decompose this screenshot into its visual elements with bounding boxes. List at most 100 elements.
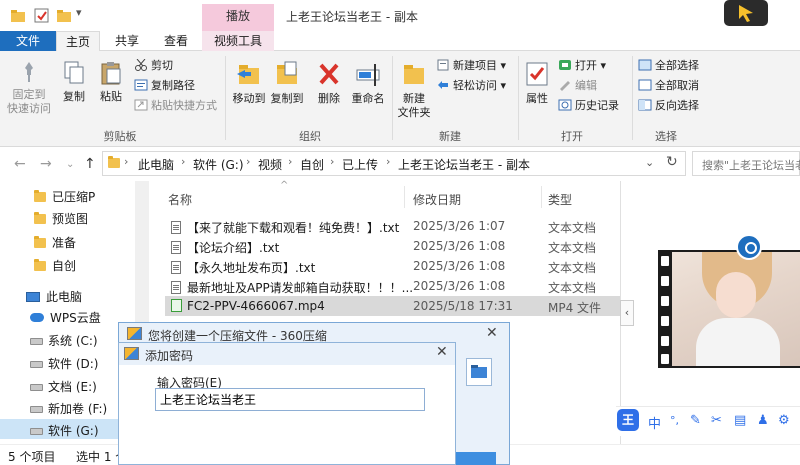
nav-item-drive-e[interactable]: 文档 (E:): [30, 378, 97, 395]
column-separator[interactable]: [541, 186, 542, 208]
ime-skin-icon[interactable]: ♟: [757, 413, 769, 428]
breadcrumb-video[interactable]: 视频: [258, 156, 282, 173]
delete-button[interactable]: 删除: [314, 60, 344, 106]
app-badge-icon[interactable]: [722, 0, 770, 30]
cut-button[interactable]: 剪切: [134, 58, 173, 73]
select-none-icon: [638, 79, 652, 91]
file-name: 【永久地址发布页】.txt: [187, 261, 316, 275]
txt-file-icon: [171, 241, 181, 254]
file-row[interactable]: 【永久地址发布页】.txt 2025/3/26 1:08 文本文档: [165, 256, 620, 276]
address-dropdown-icon[interactable]: ⌄: [645, 156, 654, 169]
ime-keyboard-icon[interactable]: ▤: [734, 413, 746, 428]
up-arrow-icon[interactable]: ↑: [84, 156, 96, 172]
ime-scissors-icon[interactable]: ✂: [711, 413, 722, 428]
breadcrumb-current-folder[interactable]: 上老王论坛当老王 - 副本: [398, 156, 530, 173]
file-type: 文本文档: [548, 241, 597, 255]
file-modified: 2025/3/26 1:08: [413, 239, 506, 253]
properties-button[interactable]: 属性: [522, 60, 552, 106]
compress-dialog-close-button[interactable]: ✕: [486, 325, 498, 341]
open-button[interactable]: 打开 ▾: [558, 59, 606, 73]
tab-video-tools[interactable]: 视频工具: [202, 31, 274, 51]
column-header-modified[interactable]: 修改日期: [413, 191, 461, 208]
file-row[interactable]: 最新地址及APP请发邮箱自动获取！！！... 2025/3/26 1:08 文本…: [165, 276, 620, 296]
delete-x-icon: [319, 63, 339, 85]
nav-item-preview-images[interactable]: 预览图: [34, 210, 88, 227]
nav-item-this-pc[interactable]: 此电脑: [26, 288, 82, 305]
nav-item-drive-g[interactable]: 软件 (G:): [30, 422, 99, 439]
nav-item-drive-d[interactable]: 软件 (D:): [30, 355, 98, 372]
film-sprocket: [661, 354, 669, 364]
file-row[interactable]: 【来了就能下载和观看！纯免费！】.txt 2025/3/26 1:07 文本文档: [165, 216, 620, 236]
pin-quick-access-button[interactable]: 固定到 快速访问: [6, 60, 52, 116]
add-password-close-button[interactable]: ✕: [436, 344, 448, 360]
history-button[interactable]: 历史记录: [558, 99, 619, 113]
folder-icon: [34, 236, 46, 248]
file-type: 文本文档: [548, 221, 597, 235]
breadcrumb-separator: ›: [386, 155, 391, 168]
copy-to-button[interactable]: 复制到: [268, 60, 306, 106]
folder-icon: [34, 212, 46, 224]
refresh-icon[interactable]: ↻: [666, 154, 678, 170]
file-row-selected[interactable]: FC2-PPV-4666067.mp4 2025/5/18 17:31 MP4 …: [165, 296, 620, 316]
copy-path-button[interactable]: 复制路径: [134, 79, 195, 93]
dialog-confirm-button[interactable]: [456, 452, 496, 465]
tab-share[interactable]: 共享: [104, 31, 150, 51]
paste-button[interactable]: 粘贴: [94, 60, 128, 104]
column-header-type[interactable]: 类型: [548, 191, 572, 208]
file-row[interactable]: 【论坛介绍】.txt 2025/3/26 1:08 文本文档: [165, 236, 620, 256]
txt-file-icon: [171, 281, 181, 294]
recent-locations-icon[interactable]: ⌄: [66, 159, 74, 170]
copy-button[interactable]: 复制: [58, 60, 90, 104]
360-zip-app-icon: [127, 327, 142, 340]
new-folder-button[interactable]: 新建 文件夹: [396, 60, 432, 120]
customize-quick-access-icon[interactable]: ▾: [76, 6, 82, 19]
breadcrumb-uploaded[interactable]: 已上传: [342, 156, 378, 173]
ime-settings-gear-icon[interactable]: ⚙: [778, 413, 790, 428]
nav-item-drive-f[interactable]: 新加卷 (F:): [30, 400, 107, 417]
ime-logo-icon[interactable]: 王: [617, 409, 639, 431]
ime-punctuation-toggle[interactable]: °,: [670, 414, 679, 427]
paste-shortcut-button[interactable]: 粘贴快捷方式: [134, 99, 217, 113]
browse-folder-button[interactable]: [466, 358, 492, 386]
collapse-preview-button[interactable]: ‹: [620, 300, 634, 326]
breadcrumb-this-pc[interactable]: 此电脑: [138, 156, 174, 173]
group-label-new: 新建: [439, 130, 461, 143]
folder-quick-icon[interactable]: [10, 8, 26, 24]
search-placeholder[interactable]: 搜索"上老王论坛当老: [702, 157, 800, 173]
nav-item-wps-cloud[interactable]: WPS云盘: [30, 309, 101, 326]
properties-quick-icon[interactable]: [34, 8, 50, 24]
column-separator[interactable]: [404, 186, 405, 208]
nav-item-prepare[interactable]: 准备: [34, 234, 76, 251]
forward-arrow-icon[interactable]: →: [40, 156, 52, 172]
address-bar[interactable]: [102, 151, 686, 176]
scissors-icon: [134, 58, 148, 71]
360-zip-app-icon: [124, 347, 139, 360]
tab-view[interactable]: 查看: [153, 31, 199, 51]
breadcrumb-separator: ›: [124, 155, 129, 168]
back-arrow-icon[interactable]: ←: [14, 156, 26, 172]
nav-item-compressed[interactable]: 已压缩P: [34, 188, 95, 205]
add-password-dialog-title: 添加密码: [145, 349, 194, 363]
breadcrumb-zichuang[interactable]: 自创: [300, 156, 324, 173]
edit-button[interactable]: 编辑: [558, 79, 597, 93]
rename-icon: [356, 64, 380, 86]
new-item-button[interactable]: 新建项目 ▾: [436, 59, 506, 73]
select-none-button[interactable]: 全部取消: [638, 79, 699, 93]
preview-overlay-icon[interactable]: [736, 234, 762, 260]
invert-selection-button[interactable]: 反向选择: [638, 99, 699, 113]
nav-item-zichuang[interactable]: 自创: [34, 257, 76, 274]
password-input[interactable]: [155, 388, 425, 411]
ime-mode-toggle[interactable]: 中: [648, 413, 661, 432]
tab-home[interactable]: 主页: [56, 31, 100, 51]
group-label-select: 选择: [655, 130, 677, 143]
breadcrumb-drive-g[interactable]: 软件 (G:): [193, 156, 244, 173]
select-all-button[interactable]: 全部选择: [638, 59, 699, 73]
new-folder-quick-icon[interactable]: [56, 8, 72, 24]
tab-file[interactable]: 文件: [0, 31, 56, 51]
rename-button[interactable]: 重命名: [348, 60, 388, 106]
easy-access-button[interactable]: 轻松访问 ▾: [436, 79, 506, 93]
column-header-name[interactable]: 名称: [168, 191, 192, 208]
move-to-button[interactable]: 移动到: [230, 60, 268, 106]
ime-pen-icon[interactable]: ✎: [690, 413, 701, 428]
nav-item-drive-c[interactable]: 系统 (C:): [30, 332, 98, 349]
